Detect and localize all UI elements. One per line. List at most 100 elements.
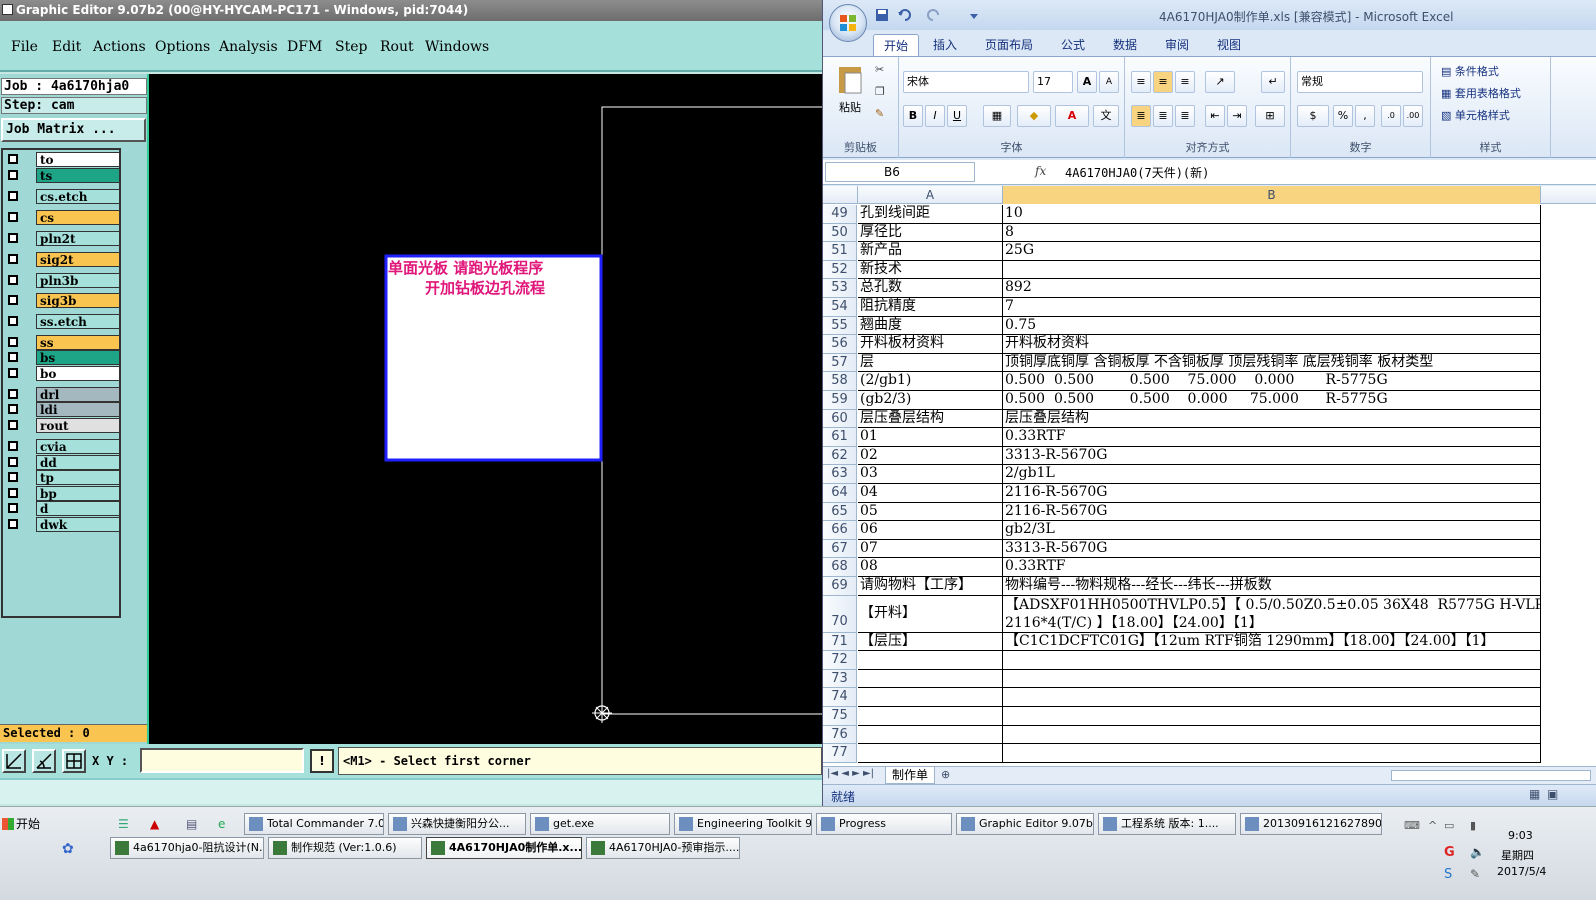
- network-icon[interactable]: ▮: [1470, 819, 1476, 832]
- undo-icon[interactable]: [897, 8, 911, 22]
- cell-a[interactable]: 【层压】: [858, 632, 1003, 652]
- cell-a[interactable]: 请购物料【工序】: [858, 577, 1003, 596]
- font-name-select[interactable]: 宋体: [903, 71, 1029, 93]
- row-header[interactable]: 57: [823, 353, 857, 373]
- layer-row[interactable]: ss.etch: [6, 314, 120, 329]
- layer-row[interactable]: cs: [6, 210, 120, 225]
- cell-a[interactable]: [858, 744, 1003, 763]
- clock-time[interactable]: 9:03: [1508, 829, 1533, 842]
- clock-date[interactable]: 2017/5/4: [1497, 865, 1546, 878]
- cell-b[interactable]: 2116-R-5670G: [1003, 484, 1541, 503]
- cell-b[interactable]: 0.33RTF: [1003, 428, 1541, 447]
- cell-b[interactable]: [1003, 651, 1541, 670]
- cell-a[interactable]: 孔到线间距: [858, 205, 1003, 224]
- column-header-a[interactable]: A: [858, 186, 1003, 204]
- layer-checkbox[interactable]: [8, 457, 18, 467]
- taskbar-item[interactable]: 4A6170HJA0制作单.x...: [426, 837, 582, 859]
- cell-b[interactable]: [1003, 688, 1541, 707]
- clock-day[interactable]: 星期四: [1501, 847, 1534, 863]
- cell-b[interactable]: 2116-R-5670G: [1003, 502, 1541, 522]
- row-header[interactable]: 69: [823, 577, 857, 596]
- layer-name[interactable]: d: [36, 501, 120, 516]
- redo-icon[interactable]: [927, 8, 941, 22]
- layer-name[interactable]: dwk: [36, 517, 120, 532]
- row-header[interactable]: 75: [823, 707, 857, 726]
- row-header[interactable]: 71: [823, 632, 857, 652]
- grid-tool-button[interactable]: [62, 749, 86, 773]
- layer-name[interactable]: cs: [36, 210, 120, 225]
- row-header[interactable]: 59: [823, 391, 857, 410]
- device-icon[interactable]: ▭: [1444, 819, 1454, 832]
- layer-checkbox[interactable]: [8, 337, 18, 347]
- row-header[interactable]: 73: [823, 669, 857, 689]
- layer-name[interactable]: tp: [36, 470, 120, 485]
- layer-checkbox[interactable]: [8, 254, 18, 264]
- layer-row[interactable]: drl: [6, 387, 120, 402]
- layer-row[interactable]: rout: [6, 418, 120, 433]
- row-header[interactable]: 51: [823, 242, 857, 261]
- layer-name[interactable]: pln2t: [36, 231, 120, 246]
- cell-b[interactable]: gb2/3L: [1003, 521, 1541, 540]
- row-header[interactable]: 61: [823, 428, 857, 447]
- cell-a[interactable]: 02: [858, 446, 1003, 466]
- menu-dfm[interactable]: DFM: [287, 39, 322, 55]
- layer-row[interactable]: bs: [6, 350, 120, 365]
- save-icon[interactable]: [875, 8, 889, 22]
- cell-b[interactable]: 3313-R-5670G: [1003, 446, 1541, 466]
- layer-checkbox[interactable]: [8, 441, 18, 451]
- increase-indent-icon[interactable]: ⇥: [1227, 105, 1247, 127]
- cell-b[interactable]: 【ADSXF01HH0500THVLP0.5】【 0.5/0.50Z0.5±0.…: [1003, 595, 1541, 633]
- tab-formulas[interactable]: 公式: [1051, 34, 1095, 56]
- start-button[interactable]: 开始: [0, 813, 46, 835]
- conditional-format-button[interactable]: ▤ 条件格式: [1441, 63, 1499, 79]
- taskbar-item[interactable]: 4A6170HJA0-预审指示....: [586, 837, 740, 859]
- menu-edit[interactable]: Edit: [52, 39, 81, 55]
- align-left-icon[interactable]: ≣: [1131, 105, 1151, 127]
- row-header[interactable]: 70: [823, 595, 857, 633]
- tab-review[interactable]: 审阅: [1155, 34, 1199, 56]
- zoom-tool-button[interactable]: [2, 749, 26, 773]
- cell-b[interactable]: 2/gb1L: [1003, 465, 1541, 484]
- sheet-tab-zhizuodan[interactable]: 制作单: [885, 767, 935, 784]
- cell-a[interactable]: 【开料】: [858, 595, 1003, 633]
- increase-decimal-icon[interactable]: .0: [1381, 105, 1401, 127]
- cut-icon[interactable]: ✂: [875, 63, 884, 76]
- view-normal-icon[interactable]: ▦: [1529, 787, 1540, 801]
- alert-button[interactable]: !: [310, 749, 334, 773]
- layer-name[interactable]: ss.etch: [36, 314, 120, 329]
- row-header[interactable]: 52: [823, 260, 857, 280]
- cell-a[interactable]: 翘曲度: [858, 316, 1003, 336]
- paste-icon[interactable]: [837, 63, 865, 95]
- row-header[interactable]: 76: [823, 725, 857, 745]
- cell-a[interactable]: 新产品: [858, 242, 1003, 261]
- layer-checkbox[interactable]: [8, 275, 18, 285]
- taskbar-item[interactable]: Engineering Toolkit 9....: [674, 813, 812, 835]
- cell-b[interactable]: 层压叠层结构: [1003, 409, 1541, 429]
- cell-a[interactable]: 04: [858, 484, 1003, 503]
- layer-checkbox[interactable]: [8, 389, 18, 399]
- cell-a[interactable]: 阻抗精度: [858, 298, 1003, 317]
- quicklaunch-icon-1[interactable]: ☰: [118, 817, 129, 831]
- cell-b[interactable]: 892: [1003, 279, 1541, 298]
- cell-a[interactable]: (2/gb1): [858, 372, 1003, 391]
- taskbar-item[interactable]: get.exe: [530, 813, 670, 835]
- browser-icon[interactable]: e: [218, 817, 225, 831]
- menu-actions[interactable]: Actions: [93, 39, 146, 55]
- row-header[interactable]: 53: [823, 279, 857, 298]
- column-header-b[interactable]: B: [1003, 186, 1541, 204]
- tab-view[interactable]: 视图: [1207, 34, 1251, 56]
- cell-b[interactable]: 开料板材资料: [1003, 335, 1541, 354]
- cell-a[interactable]: [858, 688, 1003, 707]
- layer-name[interactable]: ss: [36, 335, 120, 350]
- cell-b[interactable]: [1003, 669, 1541, 689]
- currency-icon[interactable]: $: [1297, 105, 1329, 127]
- row-header[interactable]: 68: [823, 558, 857, 577]
- row-header[interactable]: 60: [823, 409, 857, 429]
- shrink-font-icon[interactable]: A: [1099, 71, 1119, 93]
- document-icon[interactable]: ▤: [186, 817, 197, 831]
- cell-a[interactable]: 开料板材资料: [858, 335, 1003, 354]
- row-header[interactable]: 65: [823, 502, 857, 522]
- taskbar-item[interactable]: Total Commander 7.0...: [244, 813, 384, 835]
- align-middle-icon[interactable]: ≡: [1153, 71, 1173, 93]
- layer-checkbox[interactable]: [8, 154, 18, 164]
